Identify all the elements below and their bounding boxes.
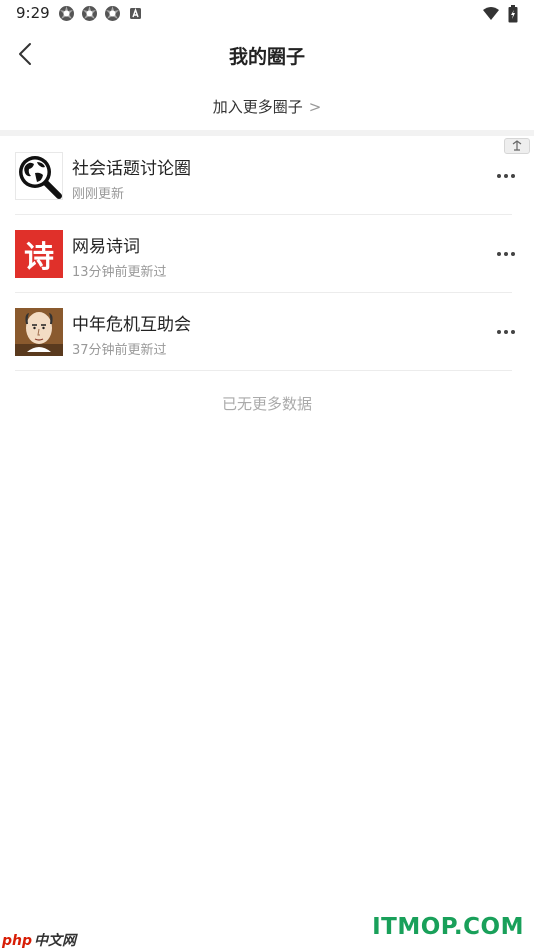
poetry-avatar-glyph: 诗 — [24, 240, 54, 275]
chevron-right-icon: > — [308, 98, 322, 116]
cartoon-man-avatar — [15, 308, 63, 356]
itmop-watermark: ITMOP.COM — [372, 914, 524, 940]
join-more-circles-link[interactable]: 加入更多圈子 > — [0, 96, 534, 117]
section-divider — [0, 130, 534, 136]
php-watermark-brand: php — [2, 933, 33, 949]
circle-list: 社会话题讨论圈 刚刚更新 诗 网易诗词 13分钟前更新过 中年危机互助会 37分… — [0, 137, 534, 371]
more-options-button[interactable] — [496, 247, 516, 261]
list-item[interactable]: 社会话题讨论圈 刚刚更新 — [0, 137, 534, 215]
row-divider — [15, 370, 512, 371]
notification-icons — [58, 5, 144, 22]
circle-avatar-poetry: 诗 — [15, 230, 63, 278]
scroll-to-top-button[interactable] — [504, 138, 530, 154]
status-bar: 9:29 — [0, 0, 534, 28]
status-right-icons — [482, 5, 518, 27]
status-time: 9:29 — [16, 4, 50, 22]
circle-name: 社会话题讨论圈 — [72, 159, 191, 179]
circle-name: 网易诗词 — [72, 237, 140, 257]
circle-name: 中年危机互助会 — [72, 315, 191, 335]
notification-app-icon — [104, 5, 121, 22]
arrow-up-icon — [512, 140, 522, 151]
header: 我的圈子 — [0, 28, 534, 80]
more-options-button[interactable] — [496, 325, 516, 339]
php-watermark-cn: 中文网 — [34, 933, 77, 949]
more-options-button[interactable] — [496, 169, 516, 183]
no-more-data-text: 已无更多数据 — [221, 395, 312, 413]
circle-avatar-cartoon-man — [15, 308, 63, 356]
join-more-label: 加入更多圈子 — [212, 98, 303, 116]
circle-updated: 刚刚更新 — [72, 187, 125, 202]
notification-app-icon — [58, 5, 75, 22]
circle-updated: 37分钟前更新过 — [72, 343, 167, 358]
page-title: 我的圈子 — [228, 46, 305, 68]
notification-a-icon — [127, 5, 144, 22]
circle-avatar-globe-magnifier — [15, 152, 63, 200]
list-item[interactable]: 诗 网易诗词 13分钟前更新过 — [0, 215, 534, 293]
notification-app-icon — [81, 5, 98, 22]
globe-magnifier-icon — [19, 156, 62, 199]
circle-updated: 13分钟前更新过 — [72, 265, 167, 280]
wifi-icon — [482, 6, 500, 26]
list-item[interactable]: 中年危机互助会 37分钟前更新过 — [0, 293, 534, 371]
php-watermark: php 中文网 — [2, 930, 76, 950]
battery-icon — [508, 5, 518, 27]
